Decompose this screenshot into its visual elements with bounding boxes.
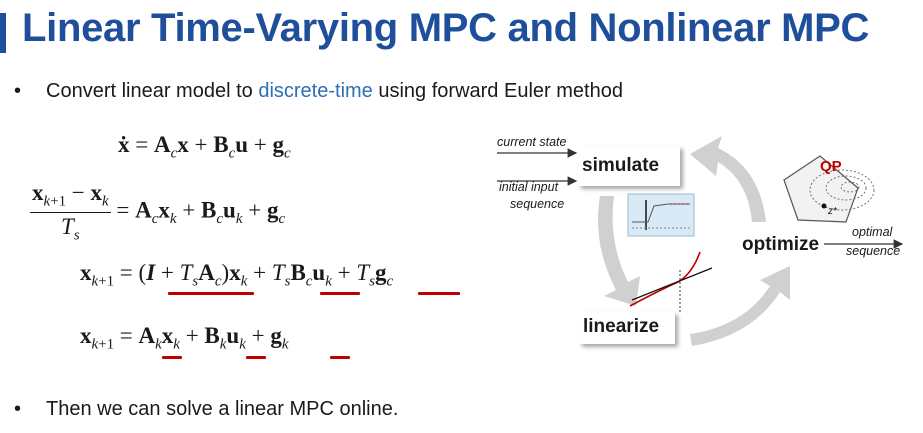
current-state-label: current state (497, 135, 567, 149)
qp-label: QP (820, 158, 842, 175)
optimal-sequence-label: sequence (846, 244, 901, 258)
simulation-plot-icon (627, 193, 695, 237)
linearization-curve-icon (629, 251, 713, 312)
bullet-item-2: • Then we can solve a linear MPC online. (14, 398, 398, 421)
bullet-marker: • (14, 398, 22, 420)
simulate-label: simulate (582, 155, 660, 176)
bullet-text: Then we can solve a linear MPC online. (46, 398, 399, 420)
optimize-label: optimize (742, 234, 820, 255)
optimum-label: z* (828, 206, 837, 217)
initial-input-sequence-label: sequence (510, 197, 565, 211)
mpc-loop-diagram (497, 136, 904, 346)
cycle-arrow-linearize-to-optimize (690, 266, 790, 346)
optimal-label: optimal (852, 225, 893, 239)
linearize-label: linearize (583, 316, 660, 337)
cycle-arrow-optimize-to-simulate (690, 136, 766, 222)
initial-input-label: initial input (499, 180, 559, 194)
